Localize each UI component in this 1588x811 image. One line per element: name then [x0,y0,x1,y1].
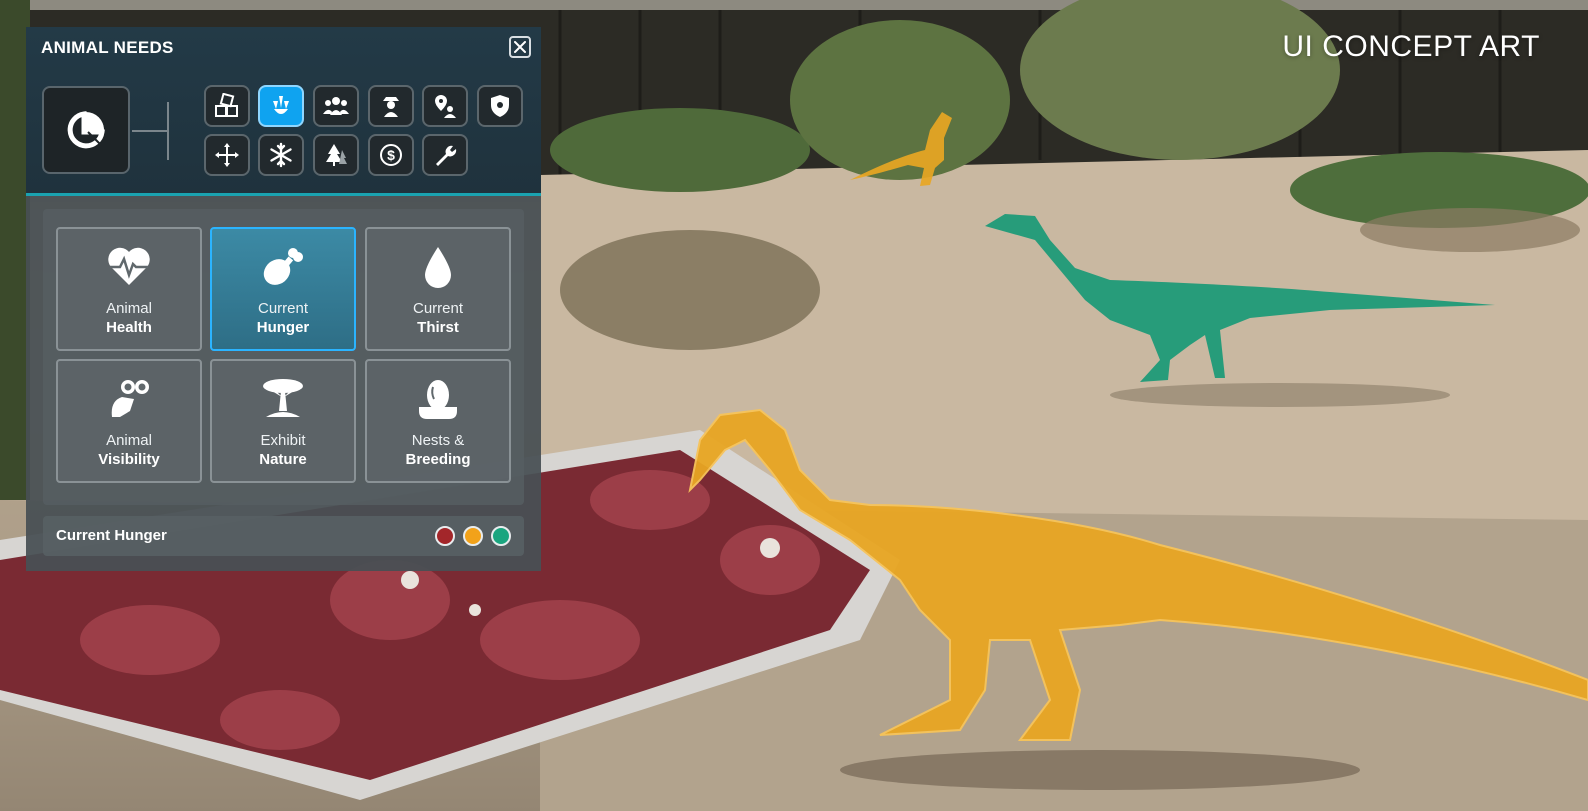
legend-dot-red [435,526,455,546]
tile-label-line2: Hunger [256,319,310,336]
category-finance-button[interactable]: $ [368,134,414,176]
tile-animal-health[interactable]: Animal Health [56,227,202,351]
crates-icon [215,93,238,117]
tile-label-line1: Exhibit [260,432,306,449]
category-move-button[interactable] [204,134,250,176]
heart-pulse-icon [108,247,150,285]
category-guests-button[interactable] [313,85,359,127]
hunger-legend: Current Hunger [43,516,524,556]
close-button[interactable] [509,36,531,58]
location-person-icon [435,95,456,118]
ui-concept-art-watermark: UI CONCEPT ART [1282,30,1540,63]
snowflake-icon [270,142,292,168]
category-tools-button[interactable] [422,134,468,176]
category-animal-needs-button[interactable] [258,85,304,127]
panel-header: ANIMAL NEEDS $ [26,27,541,196]
tile-label-line2: Thirst [417,319,459,336]
shield-badge-icon [491,95,509,117]
panel-body: Animal Health Current Hunger Current Thi… [26,196,541,571]
overlay-mode-button[interactable] [42,86,130,174]
needs-grid: Animal Health Current Hunger Current Thi… [43,209,524,505]
tile-animal-visibility[interactable]: Animal Visibility [56,359,202,483]
tile-exhibit-nature[interactable]: Exhibit Nature [210,359,356,483]
tile-label-line1: Current [257,300,309,317]
legend-dot-green [491,526,511,546]
tile-label-line2: Nature [259,451,307,468]
pie-chart-icon [67,111,105,149]
trees-icon [326,144,347,166]
legend-dot-orange [463,526,483,546]
tree-connector [132,130,168,132]
panel-title: ANIMAL NEEDS [41,38,174,57]
ranger-icon [383,97,399,117]
category-crates-button[interactable] [204,85,250,127]
tile-label-line1: Animal [106,300,152,317]
tile-label-line2: Health [106,319,152,336]
move-arrows-icon [215,143,239,167]
tile-label-line1: Animal [106,432,152,449]
acacia-tree-icon [263,379,303,417]
tile-label-line1: Nests & [411,432,465,449]
animal-needs-panel: ANIMAL NEEDS $ Animal Health Current Hun… [26,27,541,571]
claw-icon [273,96,289,114]
legend-label: Current Hunger [56,527,167,544]
category-scenery-button[interactable] [313,134,359,176]
tile-label-line1: Current [412,300,464,317]
tile-current-hunger[interactable]: Current Hunger [210,227,356,351]
close-icon [514,41,526,53]
egg-nest-icon [419,380,457,419]
category-staff-button[interactable] [368,85,414,127]
group-icon [323,97,349,115]
category-location-button[interactable] [422,85,468,127]
tile-label-line2: Visibility [98,451,160,468]
tile-label-line2: Breeding [405,451,471,468]
wrench-icon [436,145,457,166]
tile-nests-breeding[interactable]: Nests & Breeding [365,359,511,483]
svg-text:$: $ [387,147,395,163]
category-security-button[interactable] [477,85,523,127]
water-drop-icon [425,247,451,288]
drumstick-icon [263,248,303,285]
binoculars-icon [111,380,149,417]
tile-current-thirst[interactable]: Current Thirst [365,227,511,351]
category-weather-button[interactable] [258,134,304,176]
dollar-icon: $ [380,144,402,166]
